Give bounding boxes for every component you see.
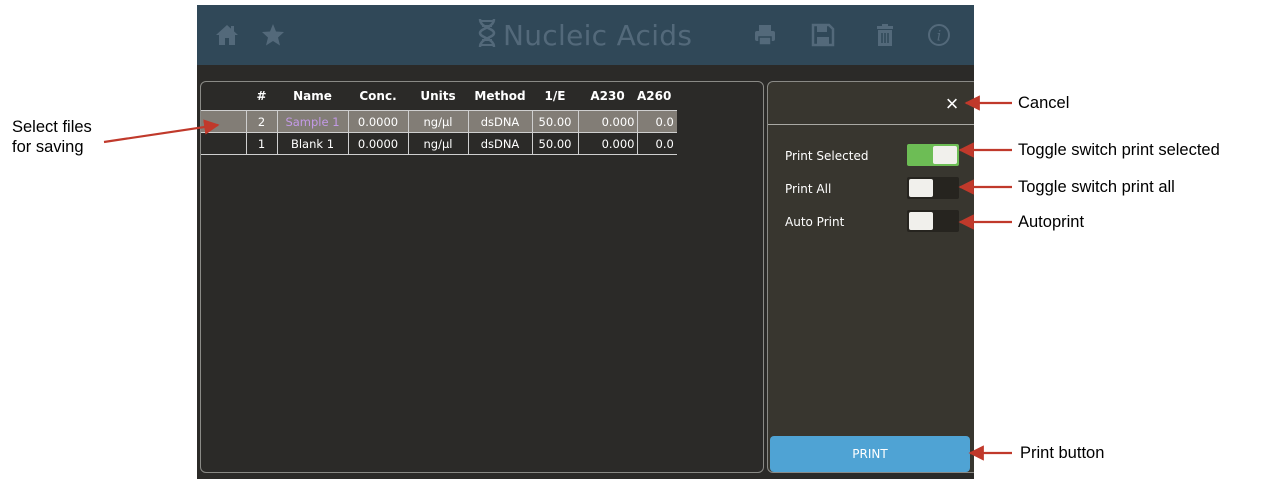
callout-arrows [103,95,1012,461]
arrow-select-files [103,119,220,144]
